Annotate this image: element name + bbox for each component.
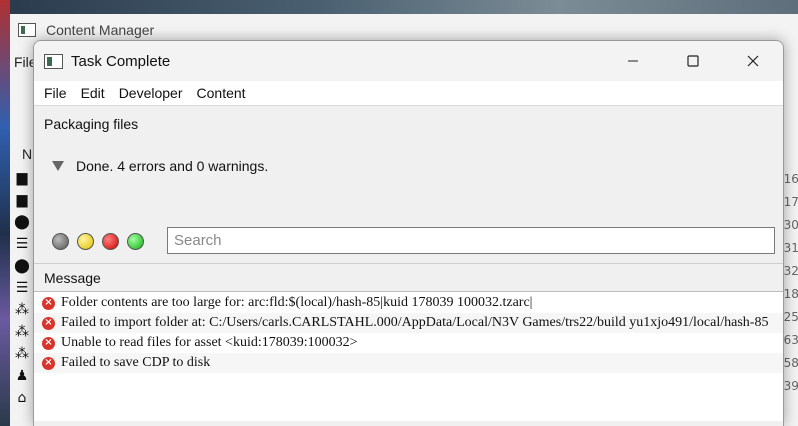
summary-row[interactable]: Done. 4 errors and 0 warnings. (52, 158, 268, 174)
menu-bar: File Edit Developer Content (34, 81, 783, 105)
maximize-button[interactable] (663, 41, 723, 81)
network-icon: ⁂ (15, 302, 29, 318)
app-icon (18, 23, 36, 37)
error-icon: × (42, 296, 55, 310)
task-complete-dialog: Task Complete File Edit Developer Conten… (33, 40, 784, 426)
menu-edit[interactable]: Edit (79, 85, 113, 101)
filter-success-toggle[interactable] (127, 232, 144, 250)
menu-file[interactable]: File (42, 85, 75, 101)
message-text: Folder contents are too large for: arc:f… (61, 295, 533, 310)
message-row[interactable]: × Folder contents are too large for: arc… (34, 293, 783, 313)
message-row[interactable]: × Unable to read files for asset <kuid:1… (34, 333, 783, 353)
message-text: Failed to save CDP to disk (61, 355, 211, 370)
location-pin-icon: ⬤ (14, 258, 30, 274)
expand-triangle-icon[interactable] (52, 161, 64, 171)
task-label: Packaging files (44, 116, 139, 132)
desktop-background (0, 0, 798, 14)
error-icon: × (42, 356, 55, 370)
menu-developer[interactable]: Developer (117, 85, 191, 101)
network-icon: ⁂ (15, 324, 29, 340)
search-input[interactable] (167, 227, 775, 254)
stack-icon: ☰ (15, 280, 29, 296)
minimize-icon (628, 60, 638, 62)
maximize-icon (687, 55, 699, 67)
figure-icon: ♟ (15, 368, 29, 384)
filter-bar (34, 219, 783, 263)
filter-info-toggle[interactable] (52, 232, 69, 250)
folder-icon: ▆ (16, 192, 28, 208)
app-icon (44, 53, 63, 69)
minimize-button[interactable] (603, 41, 663, 81)
desktop-edge (0, 0, 10, 426)
dialog-title: Task Complete (71, 52, 171, 70)
message-text: Failed to import folder at: C:/Users/car… (61, 315, 769, 330)
network-icon: ⁂ (15, 346, 29, 362)
error-icon: × (42, 316, 55, 330)
stack-icon: ☰ (15, 236, 29, 252)
message-text: Unable to read files for asset <kuid:178… (61, 335, 358, 350)
error-icon: × (42, 336, 55, 350)
filter-error-toggle[interactable] (102, 232, 119, 250)
message-row[interactable]: × Failed to import folder at: C:/Users/c… (34, 313, 783, 333)
house-icon: ⌂ (17, 390, 27, 406)
summary-text: Done. 4 errors and 0 warnings. (76, 158, 269, 174)
message-column-header[interactable]: Message (34, 263, 783, 291)
close-icon (747, 55, 759, 67)
message-row[interactable]: × Failed to save CDP to disk (34, 353, 783, 373)
content-manager-column-name[interactable]: N (22, 146, 32, 162)
message-list: × Folder contents are too large for: arc… (34, 291, 783, 421)
menu-content[interactable]: Content (195, 85, 254, 101)
folder-icon: ▆ (16, 170, 28, 186)
location-pin-icon: ⬤ (14, 214, 30, 230)
asset-type-icons: ▆ ▆ ⬤ ☰ ⬤ ☰ ⁂ ⁂ ⁂ ♟ ⌂ (10, 164, 34, 426)
status-panel: Packaging files Done. 4 errors and 0 war… (34, 105, 783, 219)
close-button[interactable] (723, 41, 783, 81)
filter-warning-toggle[interactable] (77, 232, 94, 250)
content-manager-title: Content Manager (46, 22, 155, 38)
dialog-titlebar[interactable]: Task Complete (34, 41, 783, 81)
